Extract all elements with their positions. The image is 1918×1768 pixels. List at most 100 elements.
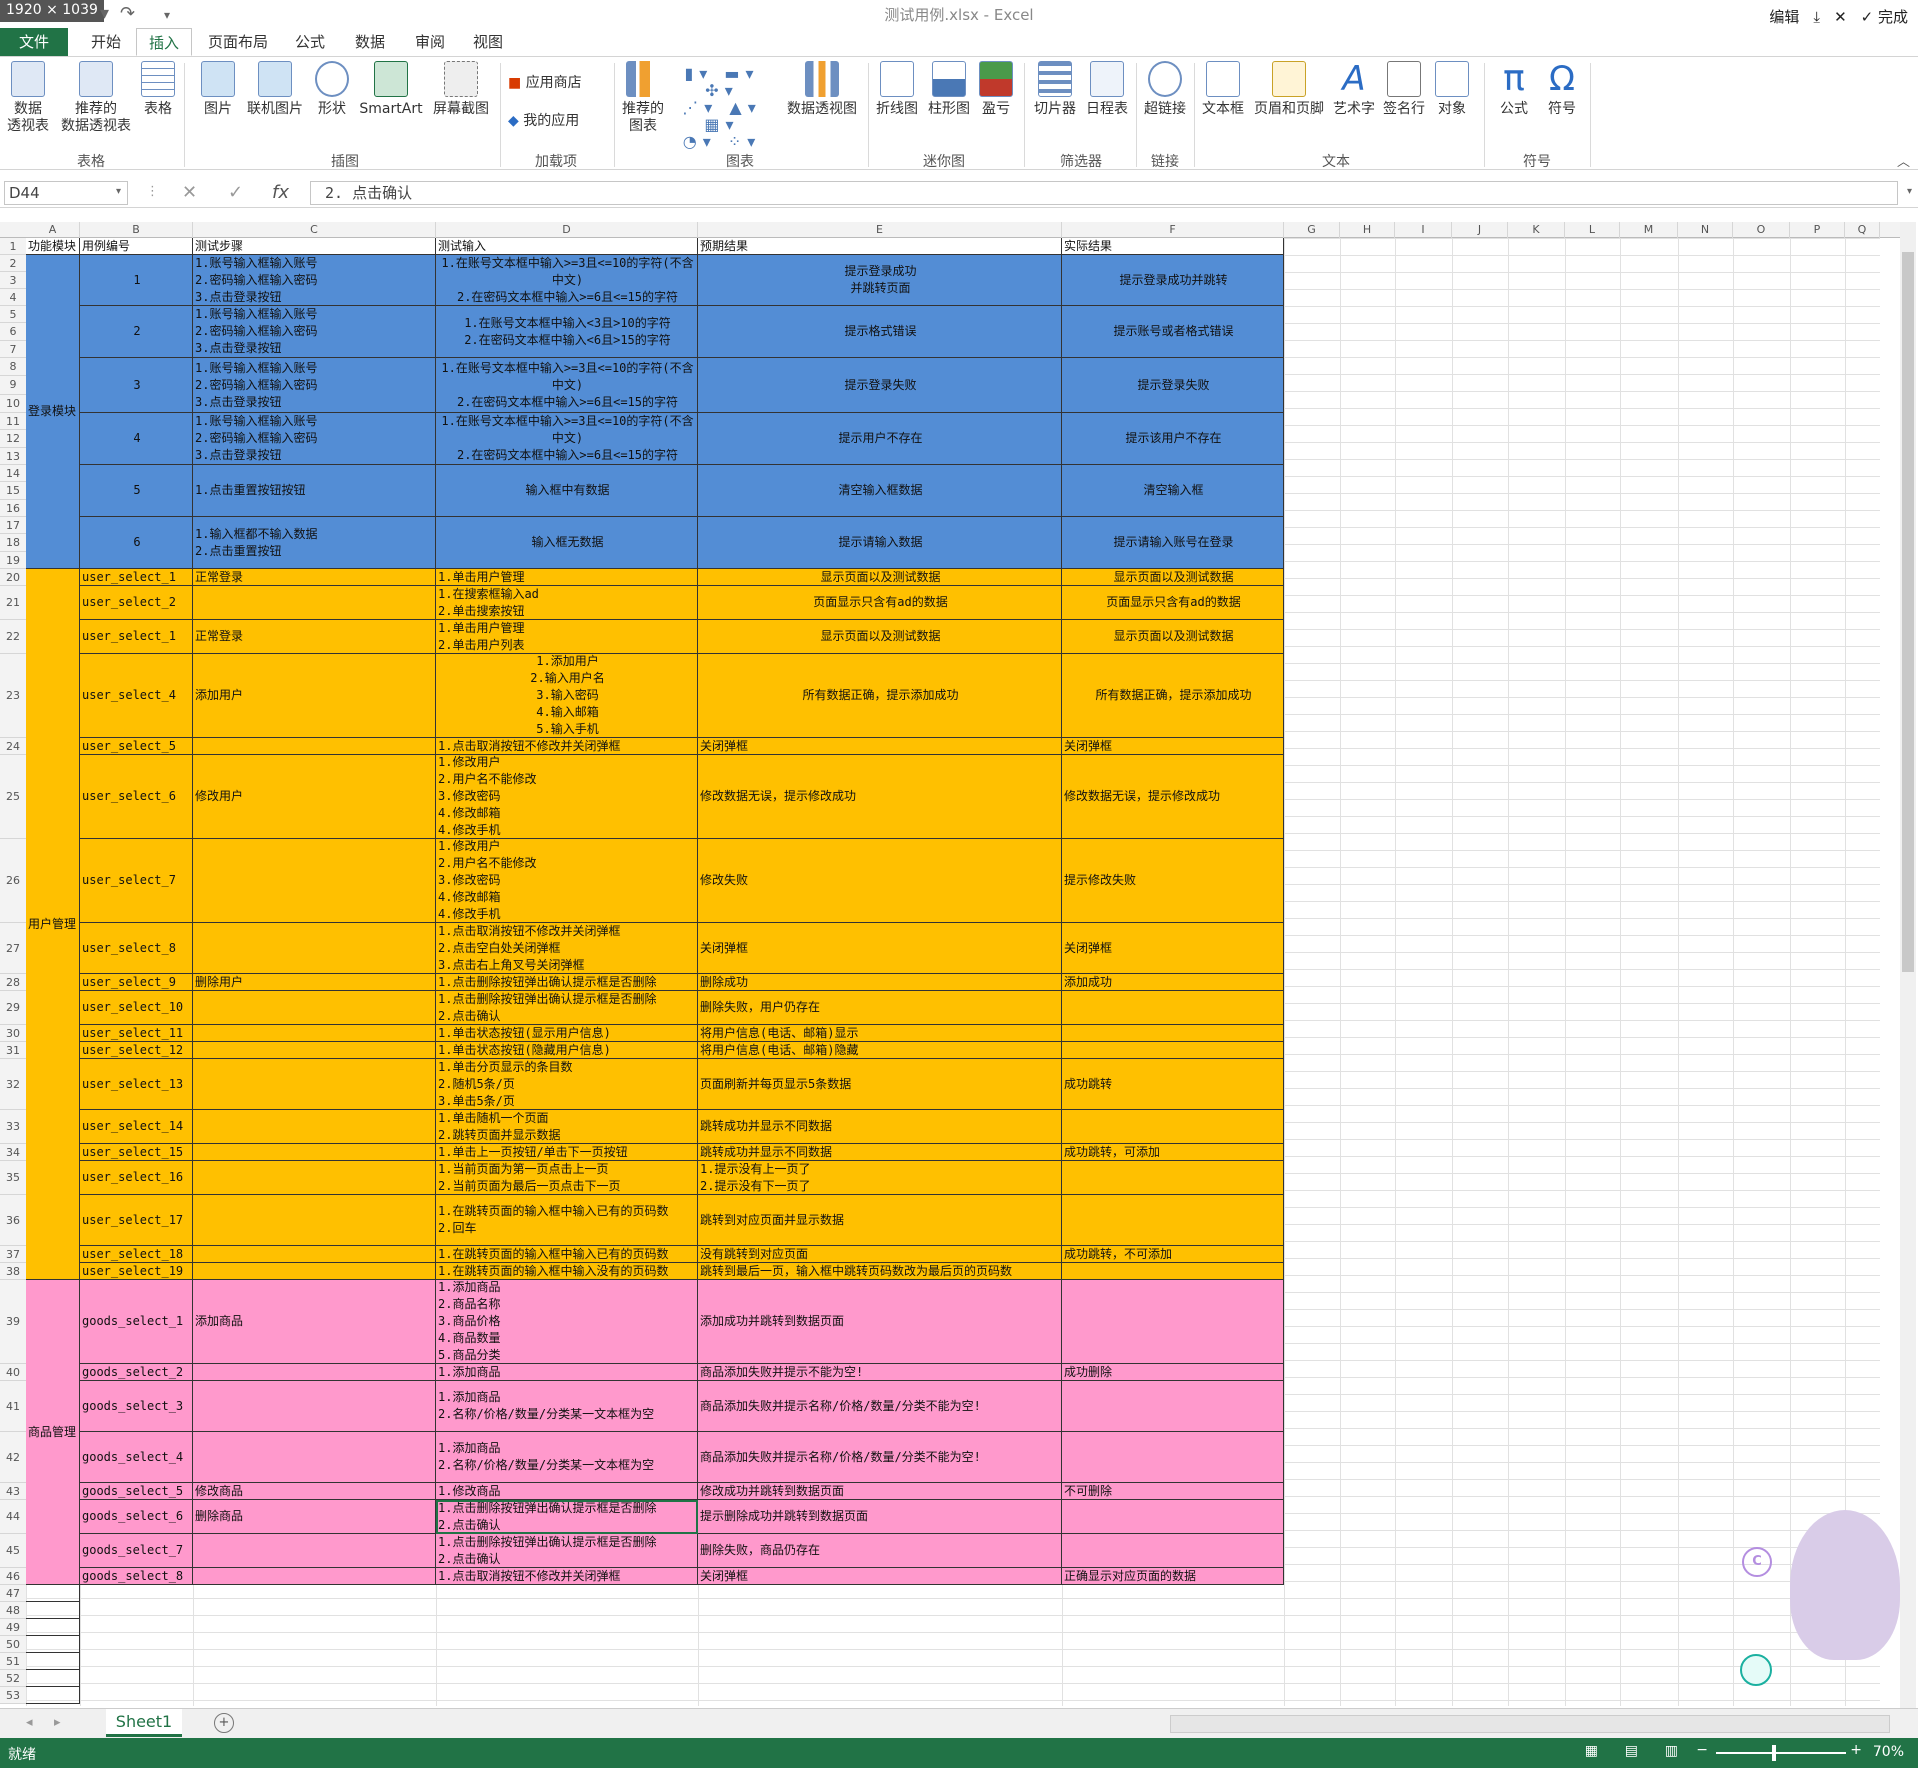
test-input-cell[interactable]: 1.点击删除按钮弹出确认提示框是否删除 2.点击确认 — [436, 991, 698, 1025]
row-header-48[interactable]: 48 — [0, 1602, 26, 1619]
row-header-51[interactable]: 51 — [0, 1653, 26, 1670]
actual-result-cell[interactable] — [1062, 1500, 1284, 1534]
row-header-7[interactable]: 7 — [0, 340, 26, 358]
row-header-47[interactable]: 47 — [0, 1585, 26, 1602]
expand-formula-icon[interactable]: ▾ — [1907, 186, 1912, 197]
zoom-level[interactable]: 70% — [1873, 1744, 1904, 1760]
column-header-C[interactable]: C — [193, 222, 436, 238]
actual-result-cell[interactable]: 成功跳转 — [1062, 1059, 1284, 1110]
next-sheet-icon[interactable]: ▸ — [54, 1715, 61, 1730]
actual-result-cell[interactable]: 修改数据无误，提示修改成功 — [1062, 755, 1284, 839]
download-icon[interactable]: ⤓ — [1813, 8, 1820, 26]
row-header-18[interactable]: 18 — [0, 534, 26, 552]
test-id-cell[interactable]: goods_select_2 — [80, 1364, 193, 1381]
test-id-cell[interactable]: 5 — [80, 465, 193, 517]
test-id-cell[interactable]: goods_select_8 — [80, 1568, 193, 1585]
row-header-9[interactable]: 9 — [0, 376, 26, 395]
row-header-11[interactable]: 11 — [0, 413, 26, 431]
actual-result-cell[interactable] — [1062, 1110, 1284, 1144]
test-steps-cell[interactable]: 正常登录 — [193, 620, 436, 654]
test-input-cell[interactable]: 1.点击取消按钮不修改并关闭弹框 2.点击空白处关闭弹框 3.点击右上角叉号关闭… — [436, 923, 698, 974]
row-header-28[interactable]: 28 — [0, 974, 26, 991]
test-id-cell[interactable]: user_select_11 — [80, 1025, 193, 1042]
test-input-cell[interactable]: 1.点击删除按钮弹出确认提示框是否删除 — [436, 974, 698, 991]
row-header-24[interactable]: 24 — [0, 738, 26, 755]
actual-result-cell[interactable] — [1062, 1161, 1284, 1195]
test-input-cell[interactable]: 1.点击取消按钮不修改并关闭弹框 — [436, 1568, 698, 1585]
row-header-40[interactable]: 40 — [0, 1364, 26, 1381]
test-id-cell[interactable]: user_select_14 — [80, 1110, 193, 1144]
test-steps-cell[interactable] — [193, 586, 436, 620]
row-header-50[interactable]: 50 — [0, 1636, 26, 1653]
test-steps-cell[interactable] — [193, 1534, 436, 1568]
test-input-cell[interactable]: 1.单击状态按钮(隐藏用户信息) — [436, 1042, 698, 1059]
row-header-2[interactable]: 2 — [0, 255, 26, 272]
test-steps-cell[interactable] — [193, 991, 436, 1025]
chart-types-gallery[interactable]: ▮▾ ▬▾ ✣▾ ⋰▾ ▲▾ ▦▾ ◔▾ ⁘▾ — [672, 65, 772, 150]
slicer-button[interactable]: 切片器 — [1030, 61, 1080, 118]
row-header-10[interactable]: 10 — [0, 394, 26, 413]
page-break-view-icon[interactable]: ▥ — [1665, 1743, 1678, 1759]
enter-icon[interactable]: ✓ — [228, 182, 243, 203]
expected-result-cell[interactable]: 跳转到最后一页，输入框中跳转页码数改为最后页的页码数 — [698, 1263, 1062, 1280]
test-input-cell[interactable]: 输入框无数据 — [436, 517, 698, 569]
c-icon[interactable]: C — [1742, 1547, 1772, 1577]
expected-result-cell[interactable]: 关闭弹框 — [698, 738, 1062, 755]
row-header-41[interactable]: 41 — [0, 1381, 26, 1432]
test-id-cell[interactable]: goods_select_5 — [80, 1483, 193, 1500]
cancel-icon[interactable]: ✕ — [182, 182, 197, 203]
test-id-cell[interactable]: user_select_8 — [80, 923, 193, 974]
test-input-cell[interactable]: 1.单击上一页按钮/单击下一页按钮 — [436, 1144, 698, 1161]
test-input-cell[interactable]: 1.添加商品 2.名称/价格/数量/分类某一文本框为空 — [436, 1381, 698, 1432]
expected-result-cell[interactable]: 商品添加失败并提示名称/价格/数量/分类不能为空! — [698, 1432, 1062, 1483]
column-header-I[interactable]: I — [1395, 222, 1452, 238]
row-header-20[interactable]: 20 — [0, 569, 26, 586]
test-steps-cell[interactable] — [193, 738, 436, 755]
row-header-25[interactable]: 25 — [0, 755, 26, 839]
tab-review[interactable]: 审阅 — [406, 28, 454, 56]
column-header-Q[interactable]: Q — [1845, 222, 1880, 238]
row-header-34[interactable]: 34 — [0, 1144, 26, 1161]
test-id-cell[interactable]: goods_select_4 — [80, 1432, 193, 1483]
actual-result-cell[interactable]: 提示账号或者格式错误 — [1062, 306, 1284, 358]
empty-cell[interactable] — [26, 1602, 80, 1619]
test-input-cell[interactable]: 1.点击删除按钮弹出确认提示框是否删除 2.点击确认 — [436, 1500, 698, 1534]
module-cell-user[interactable]: 用户管理 — [26, 569, 80, 1280]
expected-result-cell[interactable]: 关闭弹框 — [698, 923, 1062, 974]
empty-cell[interactable] — [26, 1585, 80, 1602]
row-header-8[interactable]: 8 — [0, 358, 26, 377]
test-id-cell[interactable]: user_select_16 — [80, 1161, 193, 1195]
test-id-cell[interactable]: 1 — [80, 255, 193, 306]
header-cell-E[interactable]: 预期结果 — [698, 238, 1062, 255]
expected-result-cell[interactable]: 商品添加失败并提示名称/价格/数量/分类不能为空! — [698, 1381, 1062, 1432]
done-button[interactable]: ✓ 完成 — [1861, 6, 1908, 27]
row-header-29[interactable]: 29 — [0, 991, 26, 1025]
column-header-P[interactable]: P — [1790, 222, 1845, 238]
add-sheet-icon[interactable]: + — [214, 1713, 234, 1733]
test-id-cell[interactable]: goods_select_7 — [80, 1534, 193, 1568]
object-button[interactable]: 对象 — [1430, 61, 1474, 118]
textbox-button[interactable]: 文本框 — [1198, 61, 1248, 118]
row-header-26[interactable]: 26 — [0, 839, 26, 923]
actual-result-cell[interactable]: 页面显示只含有ad的数据 — [1062, 586, 1284, 620]
test-input-cell[interactable]: 1.在账号文本框中输入>=3且<=10的字符(不含中文) 2.在密码文本框中输入… — [436, 413, 698, 465]
test-steps-cell[interactable]: 删除用户 — [193, 974, 436, 991]
test-steps-cell[interactable] — [193, 1161, 436, 1195]
tab-formulas[interactable]: 公式 — [286, 28, 334, 56]
tab-insert[interactable]: 插入 — [136, 28, 192, 56]
actual-result-cell[interactable]: 提示登录失败 — [1062, 358, 1284, 413]
header-cell-A[interactable]: 功能模块 — [26, 238, 80, 255]
wordart-button[interactable]: A 艺术字 — [1330, 61, 1378, 118]
test-input-cell[interactable]: 1.在跳转页面的输入框中输入已有的页码数 2.回车 — [436, 1195, 698, 1246]
expected-result-cell[interactable]: 提示登录失败 — [698, 358, 1062, 413]
test-steps-cell[interactable] — [193, 1110, 436, 1144]
column-header-N[interactable]: N — [1678, 222, 1733, 238]
formula-input[interactable]: 2. 点击确认 — [310, 181, 1898, 205]
header-cell-F[interactable]: 实际结果 — [1062, 238, 1284, 255]
header-cell-C[interactable]: 测试步骤 — [193, 238, 436, 255]
row-header-53[interactable]: 53 — [0, 1687, 26, 1704]
test-id-cell[interactable]: user_select_13 — [80, 1059, 193, 1110]
sheet-tab-sheet1[interactable]: Sheet1 — [106, 1709, 182, 1737]
row-header-5[interactable]: 5 — [0, 306, 26, 324]
actual-result-cell[interactable]: 不可删除 — [1062, 1483, 1284, 1500]
